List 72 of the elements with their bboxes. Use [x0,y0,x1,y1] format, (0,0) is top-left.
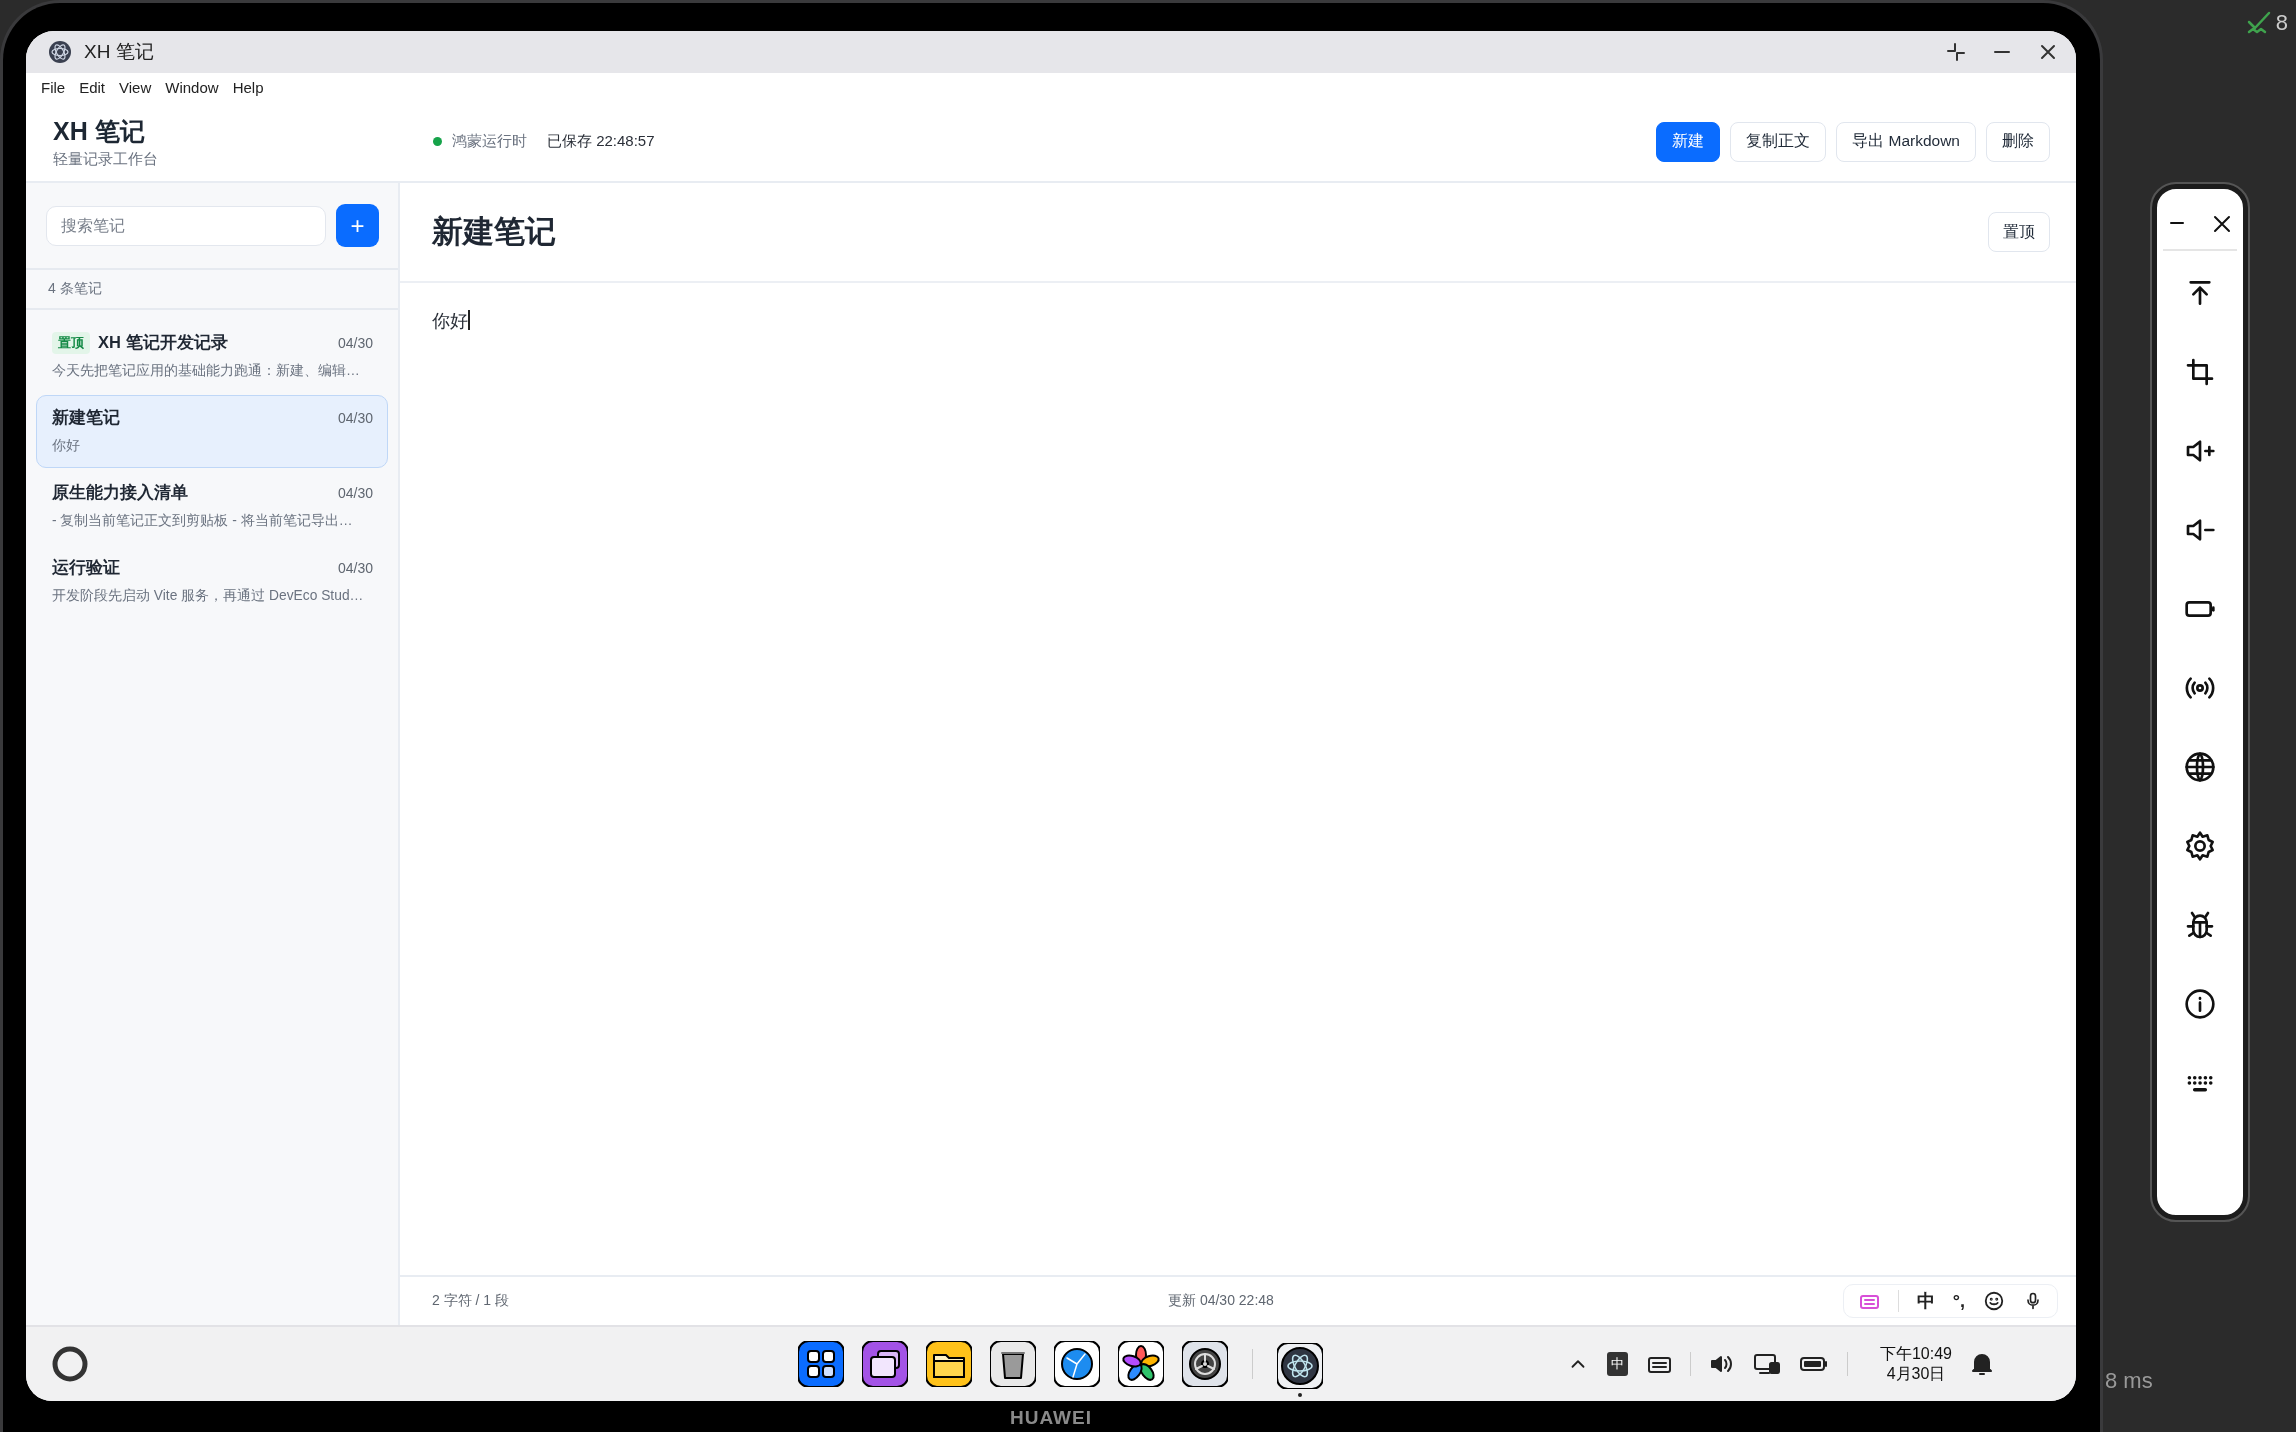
add-note-button[interactable]: + [336,204,379,247]
note-title: 新建笔记 [52,407,120,428]
trash-icon[interactable] [990,1341,1036,1387]
menu-item[interactable]: Window [158,79,226,96]
close-icon[interactable] [2038,42,2058,62]
restore-icon[interactable] [1946,42,1966,62]
note-item[interactable]: 新建笔记 04/30 你好 [36,395,388,468]
gear-icon[interactable] [1182,1341,1228,1387]
screen-share-icon[interactable] [1752,1352,1781,1376]
toolbar-button[interactable]: 新建 [1656,121,1721,162]
start-icon[interactable] [50,1344,90,1384]
search-field[interactable]: 搜索笔记 [46,205,326,246]
globe-icon[interactable] [1054,1341,1100,1387]
latency-text: 8 ms [2105,1368,2153,1394]
settings-icon[interactable] [2183,830,2216,862]
note-count: 4 条笔记 [48,280,102,296]
toolbar-button[interactable]: 复制正文 [1730,121,1827,162]
clock-time: 下午10:49 [1879,1344,1952,1364]
globe-icon[interactable] [2183,751,2216,783]
note-preview: 开发阶段先启动 Vite 服务，再通过 DevEco Stud… [52,587,365,605]
note-body-text: 你好 [432,310,468,333]
note-preview: 今天先把笔记应用的基础能力跑通：新建、编辑… [52,362,361,380]
word-count: 2 字符 / 1 段 [432,1292,511,1310]
ime-indicator[interactable]: 中 [1606,1352,1628,1376]
note-item[interactable]: 原生能力接入清单 04/30 - 复制当前笔记正文到剪贴板 - 将当前笔记导出… [36,470,388,543]
menu-item[interactable]: Help [225,79,271,96]
app-name: XH 笔记 [53,115,146,147]
app-logo-icon [48,40,72,64]
clock-date: 4月30日 [1886,1364,1946,1384]
windows-icon[interactable] [862,1341,908,1387]
pinned-badge: 置顶 [52,332,90,354]
info-icon[interactable] [2183,988,2216,1020]
note-title: XH 笔记开发记录 [98,332,228,353]
window-title: XH 笔记 [84,40,154,64]
menu-item[interactable]: View [112,79,159,96]
menu-item[interactable]: File [34,79,73,96]
problem-count: 8 [2275,10,2288,36]
toolbar-button[interactable]: 导出 Markdown [1836,121,1976,162]
battery-icon[interactable] [1798,1354,1829,1374]
ai-keyboard-icon[interactable] [1857,1292,1880,1310]
running-indicator [1298,1393,1302,1397]
app-subtitle: 轻量记录工作台 [53,149,159,169]
folder-icon[interactable] [926,1341,972,1387]
note-item[interactable]: 置顶 XH 笔记开发记录 04/30 今天先把笔记应用的基础能力跑通：新建、编辑… [36,320,388,393]
note-item[interactable]: 运行验证 04/30 开发阶段先启动 Vite 服务，再通过 DevEco Stud… [36,545,388,618]
note-preview: - 复制当前笔记正文到剪贴板 - 将当前笔记导出… [52,512,354,530]
note-preview: 你好 [52,437,81,455]
note-heading: 新建笔记 [432,213,556,251]
note-title: 运行验证 [52,557,120,578]
note-date: 04/30 [337,485,373,501]
speaker-icon[interactable] [1708,1353,1735,1375]
menu-item[interactable]: Edit [72,79,113,96]
punctuation-toggle[interactable]: °, [1952,1290,1965,1312]
atom-icon[interactable] [1277,1343,1323,1389]
note-title: 原生能力接入清单 [52,482,188,503]
emoji-icon[interactable] [1983,1290,2005,1312]
pin-button[interactable]: 置顶 [1988,212,2050,252]
check-icon [2245,10,2272,36]
save-status: 已保存 22:48:57 [547,132,655,151]
note-date: 04/30 [337,410,373,426]
runtime-label: 鸿蒙运行时 [452,132,527,151]
status-dot [433,137,442,146]
app-grid-icon[interactable] [798,1341,844,1387]
note-date: 04/30 [337,335,373,351]
language-toggle[interactable]: 中 [1916,1289,1935,1313]
device-brand: HUAWEI [1010,1407,1092,1428]
toolbar-button[interactable]: 删除 [1986,121,2050,162]
bell-icon[interactable] [1970,1351,1994,1377]
updated-time: 更新 04/30 22:48 [1168,1292,1274,1310]
text-cursor [468,310,470,330]
note-date: 04/30 [337,560,373,576]
flower-icon[interactable] [1118,1341,1164,1387]
